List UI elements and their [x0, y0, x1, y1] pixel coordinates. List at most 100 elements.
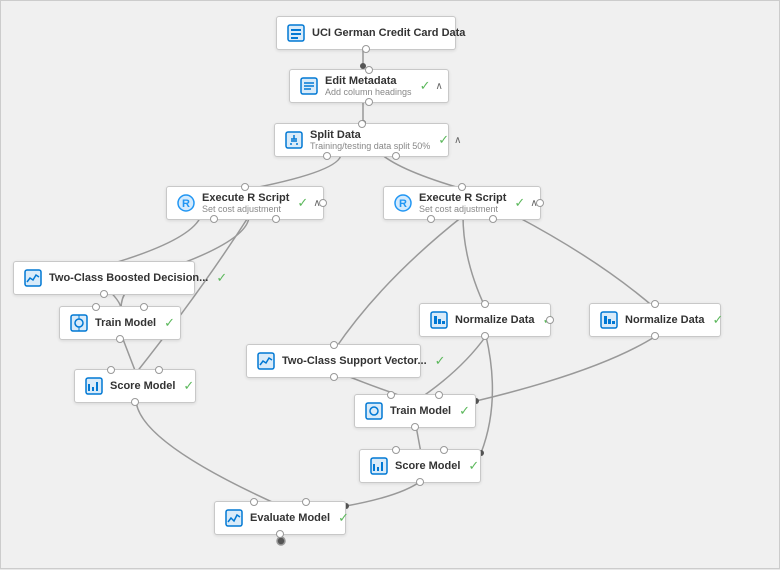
- normalize-left-port-top: [481, 300, 489, 308]
- edit-metadata-check: ✓: [420, 78, 431, 94]
- svm-icon: [255, 350, 277, 372]
- train-left-icon: [68, 312, 90, 334]
- split-data-caret: ∧: [454, 135, 461, 146]
- train-right-port-top-right: [435, 391, 443, 399]
- execute-r-right-port-bottom-right: [489, 215, 497, 223]
- score-right-check: ✓: [468, 458, 479, 474]
- two-class-boosted-title: Two-Class Boosted Decision...: [49, 272, 208, 284]
- split-data-port-bottom-right: [392, 152, 400, 160]
- normalize-left-port-right: [546, 316, 554, 324]
- train-right-port-top-left: [387, 391, 395, 399]
- normalize-right-check: ✓: [712, 312, 723, 328]
- uci-title: UCI German Credit Card Data: [312, 27, 465, 39]
- train-model-right-node[interactable]: Train Model ✓: [354, 394, 476, 428]
- normalize-left-port-bottom: [481, 332, 489, 340]
- execute-r-left-port-top: [241, 183, 249, 191]
- score-right-port-top-right: [440, 446, 448, 454]
- normalize-data-right-node[interactable]: Normalize Data ✓: [589, 303, 721, 337]
- execute-r-right-port-top: [458, 183, 466, 191]
- train-left-port-top-left: [92, 303, 100, 311]
- boosted-icon: [22, 267, 44, 289]
- score-right-port-top-left: [392, 446, 400, 454]
- split-data-check: ✓: [438, 132, 449, 148]
- edit-metadata-node[interactable]: Edit Metadata Add column headings ✓ ∧: [289, 69, 449, 103]
- score-left-title: Score Model: [110, 380, 175, 392]
- edit-metadata-title: Edit Metadata: [325, 75, 412, 87]
- rscript-right-icon: R: [392, 192, 414, 214]
- score-left-check: ✓: [183, 378, 194, 394]
- train-left-check: ✓: [164, 315, 175, 331]
- evaluate-title: Evaluate Model: [250, 512, 330, 524]
- train-right-icon: [363, 400, 385, 422]
- edit-metadata-port-top: [365, 66, 373, 74]
- score-model-right-node[interactable]: Score Model ✓: [359, 449, 481, 483]
- train-right-title: Train Model: [390, 405, 451, 417]
- normalize-right-port-top: [651, 300, 659, 308]
- normalize-right-port-bottom: [651, 332, 659, 340]
- execute-r-right-title: Execute R Script: [419, 192, 506, 204]
- train-right-check: ✓: [459, 403, 470, 419]
- execute-r-right-subtitle: Set cost adjustment: [419, 204, 506, 214]
- two-class-boosted-check: ✓: [216, 270, 227, 286]
- normalize-right-title: Normalize Data: [625, 314, 704, 326]
- train-left-port-bottom: [116, 335, 124, 343]
- normalize-left-icon: [428, 309, 450, 331]
- execute-r-left-subtitle: Set cost adjustment: [202, 204, 289, 214]
- execute-r-right-port-right: [536, 199, 544, 207]
- edit-metadata-subtitle: Add column headings: [325, 87, 412, 97]
- two-class-svm-node[interactable]: Two-Class Support Vector... ✓: [246, 344, 421, 378]
- execute-r-left-check: ✓: [297, 195, 308, 211]
- evaluate-check: ✓: [338, 510, 349, 526]
- execute-r-left-port-right: [319, 199, 327, 207]
- split-data-node[interactable]: Split Data Training/testing data split 5…: [274, 123, 449, 157]
- uci-node[interactable]: UCI German Credit Card Data: [276, 16, 456, 50]
- score-model-left-node[interactable]: Score Model ✓: [74, 369, 196, 403]
- execute-r-right-port-bottom-left: [427, 215, 435, 223]
- execute-r-left-port-bottom-left: [210, 215, 218, 223]
- evaluate-port-top-right: [302, 498, 310, 506]
- normalize-data-left-node[interactable]: Normalize Data ✓: [419, 303, 551, 337]
- metadata-icon: [298, 75, 320, 97]
- train-left-port-top-right: [140, 303, 148, 311]
- score-left-port-top-left: [107, 366, 115, 374]
- split-icon: [283, 129, 305, 151]
- score-left-icon: [83, 375, 105, 397]
- split-data-port-top: [358, 120, 366, 128]
- two-class-boosted-node[interactable]: Two-Class Boosted Decision... ✓: [13, 261, 195, 295]
- uci-port-bottom: [362, 45, 370, 53]
- execute-r-left-node[interactable]: R Execute R Script Set cost adjustment ✓…: [166, 186, 324, 220]
- split-data-port-bottom-left: [323, 152, 331, 160]
- train-model-left-node[interactable]: Train Model ✓: [59, 306, 181, 340]
- edit-metadata-caret: ∧: [435, 81, 442, 92]
- execute-r-left-title: Execute R Script: [202, 192, 289, 204]
- split-data-title: Split Data: [310, 129, 430, 141]
- score-left-port-top-right: [155, 366, 163, 374]
- evaluate-icon: [223, 507, 245, 529]
- train-left-title: Train Model: [95, 317, 156, 329]
- split-data-subtitle: Training/testing data split 50%: [310, 141, 430, 151]
- normalize-left-title: Normalize Data: [455, 314, 534, 326]
- workflow-canvas: UCI German Credit Card Data Edit Metadat…: [0, 0, 780, 569]
- svm-title: Two-Class Support Vector...: [282, 355, 427, 367]
- dataset-icon: [285, 22, 307, 44]
- score-right-title: Score Model: [395, 460, 460, 472]
- evaluate-model-node[interactable]: Evaluate Model ✓: [214, 501, 346, 535]
- svm-check: ✓: [435, 353, 446, 369]
- edit-metadata-port-bottom: [365, 98, 373, 106]
- evaluate-port-bottom: [276, 530, 284, 538]
- rscript-left-icon: R: [175, 192, 197, 214]
- score-right-port-bottom: [416, 478, 424, 486]
- svm-port-top: [330, 341, 338, 349]
- execute-r-left-port-bottom-right: [272, 215, 280, 223]
- score-right-icon: [368, 455, 390, 477]
- execute-r-right-check: ✓: [514, 195, 525, 211]
- score-left-port-bottom: [131, 398, 139, 406]
- svm-port-bottom: [330, 373, 338, 381]
- svg-text:R: R: [399, 198, 407, 210]
- normalize-right-icon: [598, 309, 620, 331]
- evaluate-port-top-left: [250, 498, 258, 506]
- svg-text:R: R: [182, 198, 190, 210]
- two-class-boosted-port-bottom: [100, 290, 108, 298]
- execute-r-right-node[interactable]: R Execute R Script Set cost adjustment ✓…: [383, 186, 541, 220]
- train-right-port-bottom: [411, 423, 419, 431]
